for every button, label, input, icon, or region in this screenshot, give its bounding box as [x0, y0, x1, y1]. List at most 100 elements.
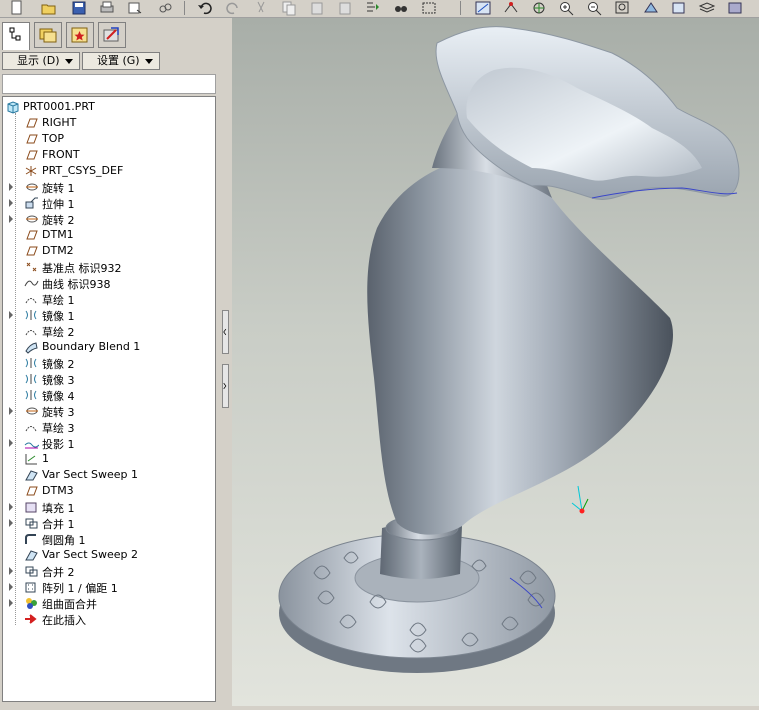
- tree-item[interactable]: Var Sect Sweep 2: [3, 547, 215, 563]
- expand-arrow-icon[interactable]: [9, 439, 13, 447]
- folder-browser-tab[interactable]: [34, 22, 62, 48]
- folder-browser-icon: [39, 28, 57, 43]
- favorites-tab[interactable]: [66, 22, 94, 48]
- expand-arrow-icon[interactable]: [9, 311, 13, 319]
- tree-item[interactable]: 阵列 1 / 偏距 1: [3, 579, 215, 595]
- tree-item[interactable]: Boundary Blend 1: [3, 339, 215, 355]
- tree-item[interactable]: 曲线 标识938: [3, 275, 215, 291]
- tree-item[interactable]: 拉伸 1: [3, 195, 215, 211]
- sweep-icon: [23, 468, 39, 482]
- select-box-icon: [422, 2, 436, 14]
- save-button[interactable]: [70, 0, 88, 16]
- curve-icon: [23, 276, 39, 290]
- tree-item[interactable]: 旋转 1: [3, 179, 215, 195]
- tree-item[interactable]: TOP: [3, 131, 215, 147]
- tree-root[interactable]: PRT0001.PRT: [3, 99, 215, 115]
- expand-arrow-icon[interactable]: [9, 583, 13, 591]
- tree-item[interactable]: 镜像 3: [3, 371, 215, 387]
- sweep-icon: [23, 548, 39, 562]
- tree-item[interactable]: 草绘 2: [3, 323, 215, 339]
- tree-item[interactable]: PRT_CSYS_DEF: [3, 163, 215, 179]
- send-button[interactable]: [126, 0, 144, 16]
- regenerate-button[interactable]: [364, 0, 382, 16]
- datum-point-icon: [23, 260, 39, 274]
- datum-plane-icon: [23, 116, 39, 130]
- graphics-viewport[interactable]: [232, 18, 759, 706]
- group-icon: [23, 596, 39, 610]
- expand-arrow-icon[interactable]: [9, 503, 13, 511]
- layers-button[interactable]: [698, 0, 716, 16]
- show-dropdown-button[interactable]: 显示 (D): [2, 52, 80, 70]
- regenerate-icon: [367, 2, 379, 12]
- tree-item[interactable]: 镜像 2: [3, 355, 215, 371]
- tree-item[interactable]: DTM3: [3, 483, 215, 499]
- tree-item[interactable]: 倒圆角 1: [3, 531, 215, 547]
- tree-item[interactable]: DTM1: [3, 227, 215, 243]
- expand-arrow-icon[interactable]: [9, 407, 13, 415]
- model-tree-tab[interactable]: [2, 22, 30, 50]
- tree-item[interactable]: 旋转 2: [3, 211, 215, 227]
- undo-button[interactable]: [196, 0, 214, 16]
- revolve-icon: [23, 404, 39, 418]
- paste-special-button[interactable]: [336, 0, 354, 16]
- tree-item[interactable]: 合并 2: [3, 563, 215, 579]
- saved-views-button[interactable]: [670, 0, 688, 16]
- tree-item[interactable]: 基准点 标识932: [3, 259, 215, 275]
- copy-button[interactable]: [280, 0, 298, 16]
- project-icon: [23, 436, 39, 450]
- tree-item[interactable]: 合并 1: [3, 515, 215, 531]
- tree-item[interactable]: 1: [3, 451, 215, 467]
- expand-arrow-icon[interactable]: [9, 183, 13, 191]
- tree-item[interactable]: 旋转 3: [3, 403, 215, 419]
- link-icon: [159, 3, 172, 13]
- expand-arrow-icon[interactable]: [9, 599, 13, 607]
- tree-filter-row: [2, 74, 216, 94]
- view-manager-button[interactable]: [642, 0, 660, 16]
- tree-item-label: 基准点 标识932: [42, 262, 122, 275]
- expand-right-handle[interactable]: [222, 364, 229, 408]
- zoom-out-button[interactable]: [586, 0, 604, 16]
- tree-item[interactable]: 草绘 3: [3, 419, 215, 435]
- orient-button[interactable]: [530, 0, 548, 16]
- display-style-icon: [728, 2, 742, 14]
- tree-item[interactable]: RIGHT: [3, 115, 215, 131]
- find-button[interactable]: [392, 0, 410, 16]
- select-box-button[interactable]: [420, 0, 438, 16]
- display-style-button[interactable]: [726, 0, 744, 16]
- zoom-in-button[interactable]: [558, 0, 576, 16]
- cut-button[interactable]: [252, 0, 270, 16]
- collapse-left-handle[interactable]: [222, 310, 229, 354]
- refit-button[interactable]: [614, 0, 632, 16]
- new-button[interactable]: [8, 0, 26, 16]
- saved-views-icon: [672, 2, 685, 14]
- tree-item-label: PRT_CSYS_DEF: [42, 164, 124, 177]
- tree-item-label: 合并 1: [42, 518, 75, 531]
- redo-button[interactable]: [224, 0, 242, 16]
- tree-item[interactable]: Var Sect Sweep 1: [3, 467, 215, 483]
- spin-center-button[interactable]: [502, 0, 520, 16]
- connections-tab[interactable]: [98, 22, 126, 48]
- zoom-in-icon: [560, 2, 574, 16]
- sketch-icon: [23, 324, 39, 338]
- tree-item[interactable]: FRONT: [3, 147, 215, 163]
- tree-item[interactable]: 镜像 4: [3, 387, 215, 403]
- open-button[interactable]: [40, 0, 58, 16]
- print-button[interactable]: [98, 0, 116, 16]
- expand-arrow-icon[interactable]: [9, 199, 13, 207]
- tree-item[interactable]: 在此插入: [3, 611, 215, 627]
- tree-item[interactable]: 镜像 1: [3, 307, 215, 323]
- tree-item[interactable]: 草绘 1: [3, 291, 215, 307]
- tree-item[interactable]: DTM2: [3, 243, 215, 259]
- tree-item[interactable]: 投影 1: [3, 435, 215, 451]
- link-button[interactable]: [156, 0, 174, 16]
- repaint-button[interactable]: [474, 0, 492, 16]
- tree-item[interactable]: 组曲面合并: [3, 595, 215, 611]
- panel-splitter[interactable]: [220, 18, 232, 710]
- expand-arrow-icon[interactable]: [9, 215, 13, 223]
- revolve-icon: [23, 212, 39, 226]
- expand-arrow-icon[interactable]: [9, 567, 13, 575]
- tree-item[interactable]: 填充 1: [3, 499, 215, 515]
- paste-button[interactable]: [308, 0, 326, 16]
- expand-arrow-icon[interactable]: [9, 519, 13, 527]
- settings-dropdown-button[interactable]: 设置 (G): [82, 52, 160, 70]
